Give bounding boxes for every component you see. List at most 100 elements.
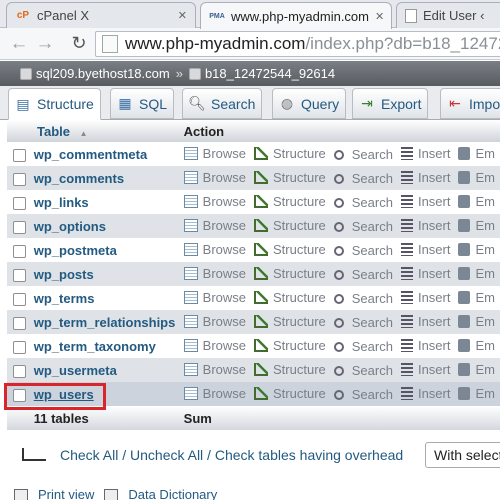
search-action[interactable]: Search: [333, 147, 393, 162]
close-icon[interactable]: ✕: [369, 10, 384, 23]
browse-action[interactable]: Browse: [183, 218, 246, 233]
browse-action[interactable]: Browse: [183, 362, 246, 377]
row-checkbox[interactable]: [12, 172, 26, 186]
search-action[interactable]: Search: [333, 267, 393, 282]
empty-action[interactable]: Em: [458, 194, 495, 209]
row-checkbox[interactable]: [12, 196, 26, 210]
table-name-link[interactable]: wp_posts: [31, 262, 180, 286]
back-arrow-icon[interactable]: ←: [6, 33, 32, 55]
insert-action[interactable]: Insert: [400, 266, 450, 281]
with-selected-dropdown[interactable]: With select: [425, 442, 500, 468]
tab-structure[interactable]: ▤ Structure: [8, 88, 101, 120]
row-checkbox[interactable]: [12, 292, 26, 306]
browser-tab-edit-user[interactable]: Edit User ‹: [396, 2, 500, 28]
close-icon[interactable]: ✕: [172, 9, 187, 22]
structure-action[interactable]: Structure: [254, 218, 326, 233]
insert-action[interactable]: Insert: [400, 170, 450, 185]
table-name-link[interactable]: wp_options: [31, 214, 180, 238]
browse-action[interactable]: Browse: [183, 338, 246, 353]
table-row[interactable]: wp_commentmeta Browse Structure Search Inser…: [7, 142, 500, 166]
search-action[interactable]: Search: [333, 291, 393, 306]
print-view-link[interactable]: Print view: [38, 487, 94, 500]
structure-action[interactable]: Structure: [254, 338, 326, 353]
row-checkbox[interactable]: [12, 364, 26, 378]
empty-action[interactable]: Em: [458, 170, 495, 185]
search-action[interactable]: Search: [333, 315, 393, 330]
table-name-link[interactable]: wp_term_taxonomy: [31, 334, 180, 358]
browse-action[interactable]: Browse: [183, 170, 246, 185]
browse-action[interactable]: Browse: [183, 146, 246, 161]
row-checkbox[interactable]: [12, 340, 26, 354]
table-name-link[interactable]: wp_postmeta: [31, 238, 180, 262]
browser-tab-cpanel[interactable]: cP cPanel X ✕: [6, 2, 196, 28]
search-action[interactable]: Search: [333, 387, 393, 402]
table-name-link[interactable]: wp_commentmeta: [31, 142, 180, 166]
browse-action[interactable]: Browse: [183, 266, 246, 281]
insert-action[interactable]: Insert: [400, 242, 450, 257]
structure-action[interactable]: Structure: [254, 170, 326, 185]
structure-action[interactable]: Structure: [254, 386, 326, 401]
table-row[interactable]: wp_term_taxonomy Browse Structure Search Ins…: [7, 334, 500, 358]
empty-action[interactable]: Em: [458, 266, 495, 281]
tab-search[interactable]: 🔍︎ Search: [182, 88, 263, 119]
reload-icon[interactable]: ↻: [66, 33, 92, 54]
table-row[interactable]: wp_term_relationships Browse Structure Sear…: [7, 310, 500, 334]
structure-action[interactable]: Structure: [254, 362, 326, 377]
check-all-links[interactable]: Check All / Uncheck All / Check tables h…: [60, 447, 403, 463]
breadcrumb-database[interactable]: b18_12472544_92614: [205, 66, 335, 81]
insert-action[interactable]: Insert: [400, 314, 450, 329]
row-checkbox[interactable]: [12, 316, 26, 330]
table-name-link[interactable]: wp_term_relationships: [31, 310, 180, 334]
empty-action[interactable]: Em: [458, 218, 495, 233]
insert-action[interactable]: Insert: [400, 290, 450, 305]
empty-action[interactable]: Em: [458, 386, 495, 401]
structure-action[interactable]: Structure: [254, 314, 326, 329]
structure-action[interactable]: Structure: [254, 266, 326, 281]
tab-export[interactable]: ⇥ Export: [352, 88, 429, 119]
tab-sql[interactable]: ▦ SQL: [110, 88, 175, 119]
structure-action[interactable]: Structure: [254, 194, 326, 209]
search-action[interactable]: Search: [333, 171, 393, 186]
browse-action[interactable]: Browse: [183, 194, 246, 209]
search-action[interactable]: Search: [333, 339, 393, 354]
structure-action[interactable]: Structure: [254, 242, 326, 257]
table-name-link[interactable]: wp_links: [31, 190, 180, 214]
table-row[interactable]: wp_posts Browse Structure Search Insert Em: [7, 262, 500, 286]
insert-action[interactable]: Insert: [400, 194, 450, 209]
row-checkbox[interactable]: [12, 244, 26, 258]
insert-action[interactable]: Insert: [400, 218, 450, 233]
empty-action[interactable]: Em: [458, 242, 495, 257]
address-bar[interactable]: www.php-myadmin.com /index.php?db=b18_12…: [95, 31, 500, 57]
table-row[interactable]: wp_usermeta Browse Structure Search Insert Em: [7, 358, 500, 382]
table-row[interactable]: wp_comments Browse Structure Search Insert Em: [7, 166, 500, 190]
browse-action[interactable]: Browse: [183, 242, 246, 257]
column-header-table[interactable]: Table ▲: [7, 120, 180, 142]
insert-action[interactable]: Insert: [400, 362, 450, 377]
browse-action[interactable]: Browse: [183, 290, 246, 305]
table-name-link[interactable]: wp_usermeta: [31, 358, 180, 382]
table-name-link[interactable]: wp_terms: [31, 286, 180, 310]
table-row[interactable]: wp_links Browse Structure Search Insert Em: [7, 190, 500, 214]
row-checkbox[interactable]: [12, 148, 26, 162]
search-action[interactable]: Search: [333, 195, 393, 210]
search-action[interactable]: Search: [333, 363, 393, 378]
empty-action[interactable]: Em: [458, 290, 495, 305]
structure-action[interactable]: Structure: [254, 290, 326, 305]
empty-action[interactable]: Em: [458, 362, 495, 377]
insert-action[interactable]: Insert: [400, 338, 450, 353]
row-checkbox[interactable]: [12, 268, 26, 282]
browse-action[interactable]: Browse: [183, 314, 246, 329]
table-name-link[interactable]: wp_comments: [31, 166, 180, 190]
empty-action[interactable]: Em: [458, 314, 495, 329]
table-row[interactable]: wp_postmeta Browse Structure Search Insert Em: [7, 238, 500, 262]
search-action[interactable]: Search: [333, 219, 393, 234]
breadcrumb-server[interactable]: sql209.byethost18.com: [36, 66, 170, 81]
insert-action[interactable]: Insert: [400, 146, 450, 161]
table-row[interactable]: wp_terms Browse Structure Search Insert Em: [7, 286, 500, 310]
browse-action[interactable]: Browse: [183, 386, 246, 401]
insert-action[interactable]: Insert: [400, 386, 450, 401]
empty-action[interactable]: Em: [458, 146, 495, 161]
forward-arrow-icon[interactable]: →: [32, 33, 58, 55]
row-checkbox[interactable]: [12, 220, 26, 234]
empty-action[interactable]: Em: [458, 338, 495, 353]
